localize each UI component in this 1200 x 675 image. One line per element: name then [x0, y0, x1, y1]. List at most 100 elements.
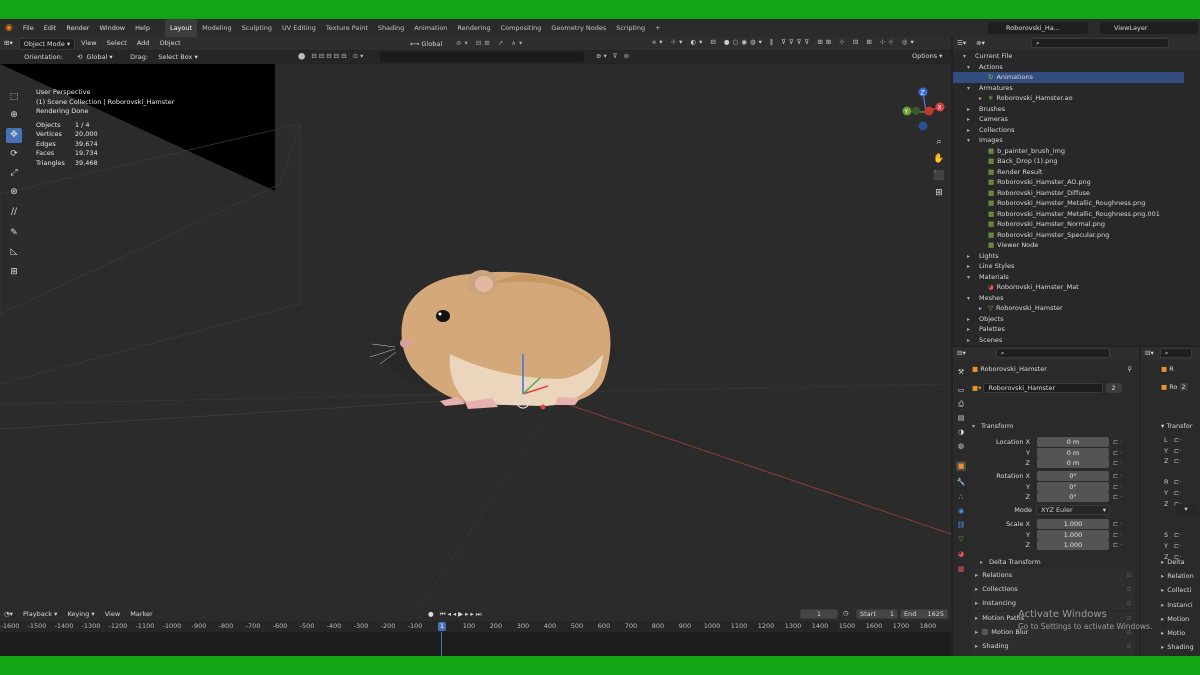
outliner-row[interactable]: ▾ Images	[967, 135, 1003, 146]
outliner-editor-icon[interactable]: ☰▾	[953, 37, 970, 50]
section2-row[interactable]: ▸Visibili	[1161, 655, 1200, 656]
expand-right-icon[interactable]: ▸	[967, 336, 976, 346]
expand-right-icon[interactable]: ▸	[967, 325, 976, 335]
workspace-tab-compositing[interactable]: Compositing	[496, 19, 547, 37]
preview-range-icon[interactable]: ◷	[843, 609, 853, 617]
loc-field[interactable]: 0 m	[1037, 447, 1109, 458]
drag-handle-icon[interactable]: ⁝⁝	[1127, 640, 1135, 653]
header-tool-icons[interactable]: ⬤ ⊟⊟⊟⊟⊟ ⊙▾	[298, 52, 378, 62]
expand-down-icon[interactable]: ▾	[967, 84, 976, 94]
expand-right-icon[interactable]: ▸	[967, 262, 976, 272]
transform-section-header[interactable]: ▾ Transform	[972, 420, 1136, 432]
outliner-row[interactable]: ▦ Roborovski_Hamster_Specular.png	[979, 230, 1109, 241]
lock-icon[interactable]: ⊏ ·	[1113, 458, 1123, 468]
menu-file[interactable]: File	[18, 19, 39, 37]
menu-window[interactable]: Window	[94, 19, 130, 37]
rot-field[interactable]: 0°	[1037, 492, 1109, 503]
lock-icon[interactable]: ⊏ ·	[1113, 519, 1123, 529]
end-frame-field[interactable]: End 1625	[900, 609, 948, 619]
section-relations[interactable]: ▸ Relations ⁝⁝	[971, 569, 1135, 582]
drag-handle-icon[interactable]: ⁝⁝	[1127, 583, 1135, 596]
outliner-row[interactable]: ▸ ▽ Roborovski_Hamster	[979, 303, 1063, 314]
marker-menu[interactable]: Marker	[126, 607, 156, 621]
expand-right-icon[interactable]: ▸	[967, 105, 976, 115]
expand-down-icon[interactable]: ▾	[967, 136, 976, 146]
header-search-field[interactable]	[380, 52, 584, 62]
expand-right-icon[interactable]: ▸	[979, 94, 988, 104]
outliner-row[interactable]: ▦ Roborovski_Hamster_Metallic_Roughness.p…	[979, 198, 1145, 209]
outliner-row[interactable]: ▾ Materials	[967, 272, 1009, 283]
properties2-editor-icon[interactable]: ⊟▾	[1141, 347, 1158, 360]
view-layer-tab-icon[interactable]: ▤	[956, 413, 966, 423]
menu-edit[interactable]: Edit	[39, 19, 62, 37]
add-menu[interactable]: Add	[133, 37, 154, 50]
output-tab-icon[interactable]: ⎙	[956, 399, 966, 409]
lock-icon[interactable]: ⊏ ·	[1113, 530, 1123, 540]
expand-right-icon[interactable]: ▸	[979, 304, 988, 314]
loc-field[interactable]: 0 m	[1037, 458, 1109, 469]
properties2-field-column[interactable]: ⊏· ⊏· ⊏· ⊏· ⊏· ⊏· ⊏· ⊏· ⊏·	[1174, 435, 1196, 562]
blender-logo-icon[interactable]: ◉	[0, 19, 18, 37]
measure-tool-icon[interactable]: ◺	[6, 245, 22, 260]
workspace-tab-sculpting[interactable]: Sculpting	[237, 19, 277, 37]
outliner-row[interactable]: ▦ Roborovski_Hamster_AO.png	[979, 177, 1091, 188]
tool-tab-icon[interactable]: ⚒	[956, 367, 966, 377]
delta-transform-header[interactable]: ▸ Delta Transform	[980, 556, 1136, 568]
start-frame-field[interactable]: Start 1	[856, 609, 898, 619]
outliner-row[interactable]: ▸ Objects	[967, 314, 1004, 325]
outliner-row[interactable]: ▸ Line Styles	[967, 261, 1014, 272]
workspace-tab-uv-editing[interactable]: UV Editing	[277, 19, 321, 37]
editor-type-icon[interactable]: ⊞▾	[0, 37, 17, 50]
transform-orientation-dropdown[interactable]: ⟷ Global	[410, 39, 452, 49]
workspace-tab-texture-paint[interactable]: Texture Paint	[321, 19, 373, 37]
zoom-icon[interactable]: ⌕	[932, 134, 946, 151]
workspace-tab-layout[interactable]: Layout	[164, 19, 198, 37]
outliner-row[interactable]: ▦ Roborovski_Hamster_Metallic_Roughness.p…	[979, 209, 1160, 220]
scale-field[interactable]: 1.000	[1037, 519, 1109, 529]
orientation-dropdown[interactable]: ⟲ Global ▾	[69, 51, 124, 63]
workspace-tab-geometry-nodes[interactable]: Geometry Nodes	[546, 19, 611, 37]
outliner-row[interactable]: ▸ Lights	[967, 251, 999, 262]
camera-view-icon[interactable]: ⬛	[932, 168, 946, 185]
playback-menu[interactable]: Playback ▾	[19, 607, 61, 621]
section2-row[interactable]: ▸ Relation	[1161, 570, 1200, 582]
outliner-row[interactable]: ▾ Current File	[963, 51, 1012, 62]
transform-tool-icon[interactable]: ⊛	[6, 185, 22, 200]
scale-field[interactable]: 1.000	[1037, 540, 1109, 551]
object-menu[interactable]: Object	[156, 37, 185, 50]
rot-field[interactable]: 0°	[1037, 471, 1109, 481]
expand-down-icon[interactable]: ▾	[967, 273, 976, 283]
mode-dropdown[interactable]: Object Mode ▾	[18, 38, 76, 50]
lock-icon[interactable]: ⊏ ·	[1113, 471, 1123, 481]
lock-icon[interactable]: ⊏ ·	[1113, 437, 1123, 447]
rotation-mode-dropdown[interactable]: XYZ Euler ▾	[1036, 505, 1110, 515]
properties2-search-field[interactable]: ⌕	[1159, 348, 1192, 358]
workspace-tab-+[interactable]: +	[650, 19, 665, 37]
add-cube-tool-icon[interactable]: ⊞	[6, 265, 22, 280]
menu-render[interactable]: Render	[61, 19, 94, 37]
loc-field[interactable]: 0 m	[1037, 437, 1109, 447]
pan-hand-icon[interactable]: ✋	[932, 151, 946, 168]
expand-right-icon[interactable]: ▸	[967, 252, 976, 262]
3d-viewport[interactable]: User Perspective (1) Scene Collection | …	[0, 64, 951, 607]
particles-tab-icon[interactable]: ∴	[956, 492, 966, 502]
annotate-tool-icon[interactable]: ∕∕	[6, 205, 22, 220]
properties-search-field[interactable]: ⌕	[995, 348, 1110, 358]
timeline-track-area[interactable]	[0, 632, 951, 656]
menu-help[interactable]: Help	[130, 19, 155, 37]
constraints-tab-icon[interactable]: ⛓	[956, 520, 966, 530]
outliner-row[interactable]: ▸ Collections	[967, 125, 1015, 136]
cursor-tool-icon[interactable]: ⊕	[6, 108, 22, 123]
expand-down-icon[interactable]: ▾	[963, 52, 972, 62]
outliner-row[interactable]: ▾ Armatures	[967, 83, 1013, 94]
scale-field[interactable]: 1.000	[1037, 529, 1109, 540]
properties2-mode-dropdown[interactable]: ▾	[1175, 505, 1197, 515]
workspace-tab-animation[interactable]: Animation	[409, 19, 452, 37]
section2-row[interactable]: ▸ Delta	[1161, 556, 1200, 568]
outliner-row[interactable]: ▸ Palettes	[967, 324, 1005, 335]
workspace-tab-shading[interactable]: Shading	[373, 19, 409, 37]
section2-row[interactable]: ▸ Shading	[1161, 641, 1200, 653]
scene-tab-icon[interactable]: ◑	[956, 427, 966, 437]
datablock-name-field[interactable]: Roborovski_Hamster	[983, 383, 1104, 393]
move-tool-icon[interactable]: ✥	[6, 128, 22, 143]
